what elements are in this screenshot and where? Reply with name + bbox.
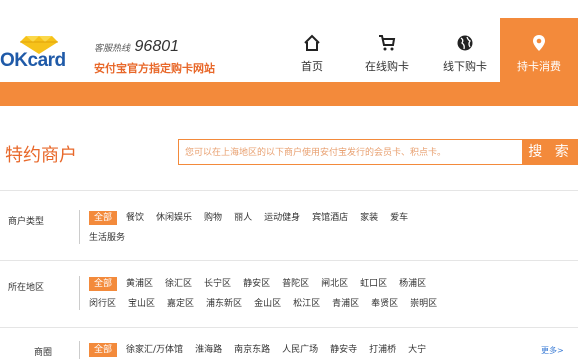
home-icon	[304, 34, 320, 51]
area-tag[interactable]: 闵行区	[89, 294, 116, 314]
area-tag[interactable]: 松江区	[293, 294, 320, 314]
nav-home[interactable]: 首页	[286, 18, 338, 82]
filter-type-label: 商户类型	[8, 217, 45, 227]
hotline-number: 96801	[134, 38, 180, 55]
area-tag[interactable]: 徐汇区	[165, 274, 192, 294]
nav-online-buy-label: 在线购卡	[365, 60, 409, 73]
area-tag[interactable]: 金山区	[254, 294, 281, 314]
type-tag-home[interactable]: 家装	[360, 208, 378, 228]
nav-offline-buy-label: 线下购卡	[443, 60, 487, 73]
hotline-label: 客服热线	[94, 43, 131, 53]
type-tag-beauty[interactable]: 丽人	[234, 208, 252, 228]
type-tag-dining[interactable]: 餐饮	[126, 208, 144, 228]
search-button[interactable]: 搜 索	[523, 139, 578, 165]
brand-text: OKcard	[0, 50, 66, 71]
hotline: 客服热线 96801	[94, 38, 179, 56]
search-input[interactable]	[179, 141, 522, 165]
divider	[0, 260, 578, 261]
district-tag[interactable]: 徐家汇/万体馆	[126, 340, 183, 359]
divider	[0, 190, 578, 191]
district-tag[interactable]: 大宁	[408, 340, 426, 359]
area-tag[interactable]: 闸北区	[321, 274, 348, 294]
more-link[interactable]: 更多>	[541, 345, 564, 356]
cart-icon	[379, 35, 396, 51]
area-tag[interactable]: 宝山区	[128, 294, 155, 314]
area-tag-all[interactable]: 全部	[89, 277, 118, 291]
filter-district-tags: 全部 徐家汇/万体馆 淮海路 南京东路 人民广场 静安寺 打浦桥 大宁	[89, 340, 529, 359]
orange-banner-strip	[0, 82, 578, 106]
area-tag[interactable]: 青浦区	[332, 294, 359, 314]
okcard-logo[interactable]: OKcard	[0, 36, 80, 72]
district-tag[interactable]: 淮海路	[195, 340, 222, 359]
page-title: 特约商户	[5, 145, 77, 166]
district-tag[interactable]: 打浦桥	[369, 340, 396, 359]
filter-separator	[79, 210, 80, 244]
area-tag[interactable]: 黄浦区	[126, 274, 153, 294]
nav-home-label: 首页	[301, 60, 323, 73]
district-tag[interactable]: 人民广场	[282, 340, 318, 359]
globe-icon	[457, 35, 473, 51]
type-tag-shopping[interactable]: 购物	[204, 208, 222, 228]
area-tag[interactable]: 虹口区	[360, 274, 387, 294]
nav-offline-buy[interactable]: 线下购卡	[436, 18, 494, 82]
type-tag-life-service[interactable]: 生活服务	[89, 228, 125, 248]
area-tag[interactable]: 嘉定区	[167, 294, 194, 314]
district-tag[interactable]: 南京东路	[234, 340, 270, 359]
type-tag-car[interactable]: 爱车	[390, 208, 408, 228]
area-tag[interactable]: 静安区	[243, 274, 270, 294]
header: OKcard 客服热线 96801 安付宝官方指定购卡网站 首页 在线购卡 线下…	[0, 0, 578, 82]
nav-online-buy[interactable]: 在线购卡	[358, 18, 416, 82]
area-tag[interactable]: 普陀区	[282, 274, 309, 294]
type-tag-all[interactable]: 全部	[89, 211, 118, 225]
district-tag[interactable]: 静安寺	[330, 340, 357, 359]
type-tag-hotel[interactable]: 宾馆酒店	[312, 208, 348, 228]
search-box[interactable]	[178, 139, 523, 165]
filter-district-label: 商圈	[34, 348, 53, 358]
district-tag-all[interactable]: 全部	[89, 343, 118, 357]
filter-area-label: 所在地区	[8, 283, 45, 293]
area-tag[interactable]: 杨浦区	[399, 274, 426, 294]
location-pin-icon	[533, 35, 545, 51]
site-description: 安付宝官方指定购卡网站	[94, 62, 215, 75]
type-tag-leisure[interactable]: 休闲娱乐	[156, 208, 192, 228]
type-tag-fitness[interactable]: 运动健身	[264, 208, 300, 228]
area-tag[interactable]: 浦东新区	[206, 294, 242, 314]
area-tag[interactable]: 奉贤区	[371, 294, 398, 314]
nav-card-spend[interactable]: 持卡消费	[500, 18, 578, 82]
filter-area-tags: 全部 黄浦区 徐汇区 长宁区 静安区 普陀区 闸北区 虹口区 杨浦区闵行区 宝山区 嘉定区 浦东新区金…	[89, 274, 529, 314]
filter-type-tags: 全部 餐饮 休闲娱乐 购物 丽人 运动健身 宾馆酒店 家装 爱车生活服务	[89, 208, 529, 248]
nav-card-spend-label: 持卡消费	[517, 60, 561, 73]
divider	[0, 327, 578, 328]
area-tag[interactable]: 长宁区	[204, 274, 231, 294]
filter-separator	[79, 341, 80, 359]
filter-separator	[79, 276, 80, 310]
area-tag[interactable]: 崇明区	[410, 294, 437, 314]
